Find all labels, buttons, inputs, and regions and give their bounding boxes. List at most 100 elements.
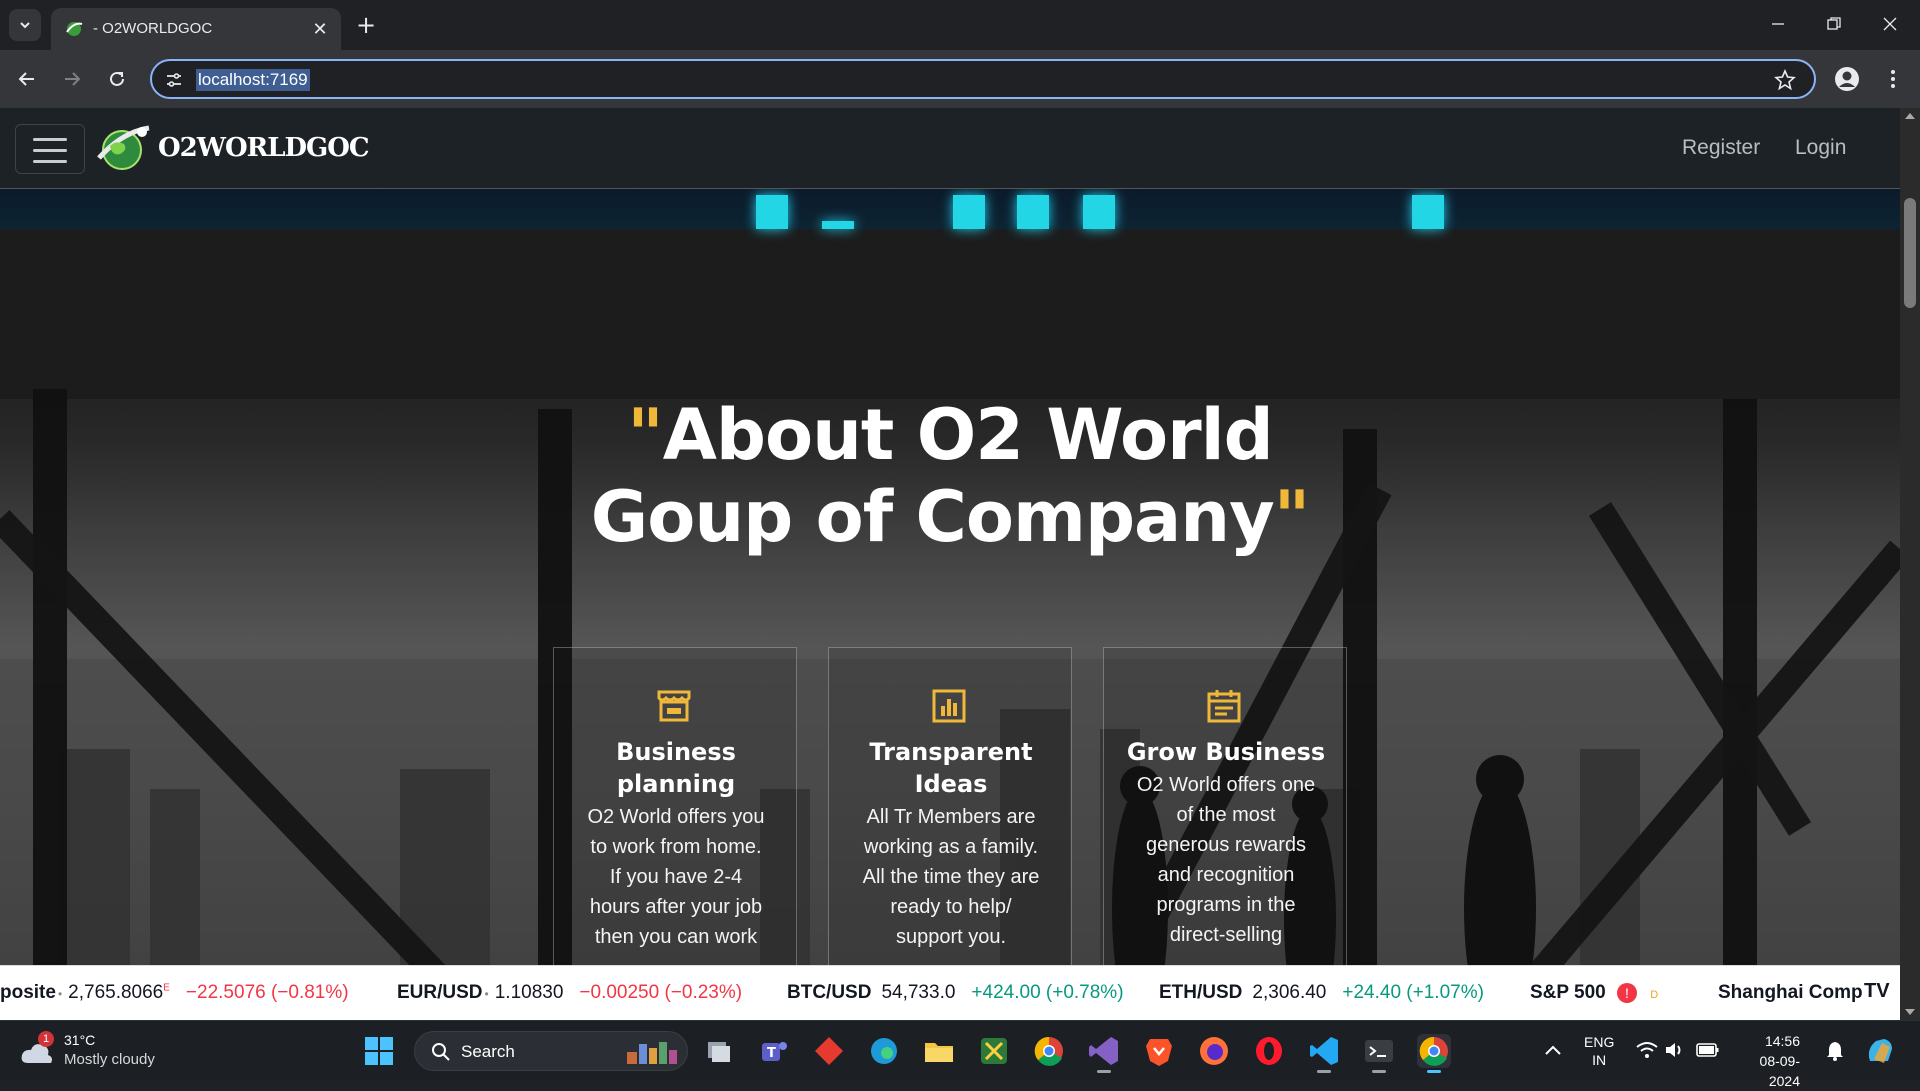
card-body-line: O2 World offers you <box>587 806 765 828</box>
windows-start-icon[interactable] <box>364 1036 394 1066</box>
language-indicator[interactable]: ENG IN <box>1584 1033 1614 1069</box>
ticker-marker: • <box>57 987 63 1001</box>
svg-text:T: T <box>767 1046 776 1061</box>
page-scrollbar[interactable] <box>1900 108 1920 1020</box>
open-indicator <box>1317 1070 1331 1073</box>
tab-search-button[interactable] <box>9 9 41 41</box>
notification-bell-icon[interactable] <box>1826 1041 1844 1061</box>
page-viewport: O2WORLDGOC Register Login "About O2 Worl… <box>0 108 1920 1020</box>
file-explorer-icon[interactable] <box>922 1034 956 1068</box>
site-favicon-icon <box>66 22 83 36</box>
ticker-symbol: EUR/USD <box>397 982 483 1003</box>
back-button[interactable] <box>11 63 43 95</box>
ticker-change: +24.40 (+1.07%) <box>1342 982 1484 1003</box>
minimize-window-button[interactable] <box>1758 8 1798 40</box>
edge-browser-icon[interactable] <box>867 1034 901 1068</box>
forward-button[interactable] <box>56 63 88 95</box>
taskbar-search-box[interactable]: Search <box>414 1031 688 1071</box>
ticker-symbol: BTC/USD <box>787 982 872 1003</box>
globe-logo-icon[interactable] <box>96 124 150 172</box>
scrollbar-thumb[interactable] <box>1904 198 1916 308</box>
volume-icon[interactable] <box>1664 1041 1686 1059</box>
restore-window-button[interactable] <box>1814 8 1854 40</box>
card-body-line: to work from home. <box>590 836 762 858</box>
weather-condition: Mostly cloudy <box>64 1051 155 1068</box>
new-tab-button[interactable]: + <box>352 11 380 39</box>
card-body-line: hours after your job <box>589 896 763 918</box>
decorative-bar <box>953 195 985 229</box>
card-title-line: Grow Business <box>1126 738 1326 766</box>
brand-logo-text[interactable]: O2WORLDGOC <box>158 133 370 163</box>
browser-tab[interactable]: - O2WORLDGOC ✕ <box>51 8 341 50</box>
snipping-tool-icon[interactable] <box>977 1034 1011 1068</box>
notification-badge: 1 <box>38 1031 54 1047</box>
clock-date: 08-09-2024 <box>1759 1053 1800 1089</box>
bookmark-star-icon[interactable] <box>1774 69 1796 91</box>
bar-chart-icon <box>932 689 966 723</box>
site-navbar: O2WORLDGOC Register Login <box>0 108 1900 189</box>
visual-studio-icon[interactable] <box>1087 1034 1121 1073</box>
chevron-up-icon[interactable] <box>1544 1043 1562 1057</box>
hamburger-menu-button[interactable] <box>15 124 85 174</box>
vscode-icon[interactable] <box>1307 1034 1341 1073</box>
card-body-line: programs in the <box>1156 894 1296 916</box>
heading-line-2: Goup of Company <box>590 476 1275 558</box>
url-text[interactable]: localhost:7169 <box>196 69 310 91</box>
ticker-item[interactable]: BTC/USD 54,733.0 +424.00 (+0.78%) <box>787 982 1124 1004</box>
login-link[interactable]: Login <box>1795 136 1846 160</box>
chrome-icon[interactable] <box>1032 1034 1066 1068</box>
market-ticker-tape[interactable]: posite • 2,765.8066E −22.5076 (−0.81%) EUR/… <box>0 965 1900 1020</box>
close-tab-icon[interactable]: ✕ <box>309 18 331 40</box>
ticker-item[interactable]: EUR/USD • 1.10830 −0.00250 (−0.23%) <box>397 982 742 1004</box>
profile-icon[interactable] <box>1834 66 1860 92</box>
card-body-line: O2 World offers one <box>1136 774 1316 796</box>
card-title-line: Transparent <box>869 738 1033 766</box>
ticker-item[interactable]: posite • 2,765.8066E −22.5076 (−0.81%) <box>0 982 349 1004</box>
site-info-icon[interactable] <box>164 70 184 90</box>
address-bar[interactable]: localhost:7169 <box>150 59 1816 99</box>
scroll-up-icon[interactable] <box>1905 112 1915 120</box>
search-icon <box>432 1043 450 1061</box>
task-view-icon[interactable] <box>702 1034 736 1068</box>
hamburger-line <box>33 149 67 152</box>
firefox-icon[interactable] <box>1197 1034 1231 1068</box>
hamburger-line <box>33 160 67 163</box>
close-window-button[interactable] <box>1870 8 1910 40</box>
ticker-change: −0.00250 (−0.23%) <box>579 982 743 1003</box>
chrome-active-icon[interactable] <box>1417 1034 1451 1073</box>
red-diamond-app-icon[interactable] <box>812 1034 846 1068</box>
opera-icon[interactable] <box>1252 1034 1286 1068</box>
weather-widget[interactable]: 1 31°C Mostly cloudy <box>20 1031 180 1071</box>
ticker-change: +424.00 (+0.78%) <box>971 982 1124 1003</box>
ticker-item[interactable]: Shanghai Comp <box>1718 982 1863 1004</box>
scroll-down-icon[interactable] <box>1905 1008 1915 1016</box>
card-title: Transparent Ideas <box>839 736 1063 800</box>
ticker-price: 2,765.8066 <box>68 982 164 1003</box>
ticker-item[interactable]: ETH/USD 2,306.40 +24.40 (+1.07%) <box>1159 982 1484 1004</box>
card-body-line: direct-selling <box>1169 924 1283 946</box>
store-icon <box>657 690 691 722</box>
arrow-left-icon <box>18 72 34 86</box>
reload-button[interactable] <box>101 63 133 95</box>
search-highlight-icon <box>627 1042 677 1064</box>
brave-browser-icon[interactable] <box>1142 1034 1176 1068</box>
copilot-icon[interactable] <box>1864 1035 1896 1067</box>
system-clock[interactable]: 14:56 08-09-2024 <box>1740 1031 1800 1091</box>
minimize-icon <box>1772 23 1784 25</box>
about-heading: "About O2 World Goup of Company" <box>0 394 1900 558</box>
tradingview-logo-icon[interactable]: TV <box>1864 980 1892 1006</box>
clock-time: 14:56 <box>1764 1033 1800 1049</box>
card-body-line: working as a family. <box>863 836 1039 858</box>
arrow-right-icon <box>65 72 81 86</box>
wifi-icon[interactable] <box>1636 1041 1658 1059</box>
kebab-menu-icon[interactable] <box>1880 66 1906 92</box>
teams-icon[interactable]: T <box>757 1034 791 1068</box>
ticker-item[interactable]: S&P 500 ! D <box>1530 982 1658 1004</box>
terminal-icon[interactable] <box>1362 1034 1396 1073</box>
register-link[interactable]: Register <box>1682 136 1760 160</box>
windows-taskbar: 1 31°C Mostly cloudy Search T ENG IN 14:… <box>0 1020 1920 1089</box>
card-body-line: All the time they are <box>862 866 1040 888</box>
battery-icon[interactable] <box>1696 1042 1720 1058</box>
decorative-bar <box>1412 195 1444 229</box>
card-title-line: planning <box>616 770 736 798</box>
